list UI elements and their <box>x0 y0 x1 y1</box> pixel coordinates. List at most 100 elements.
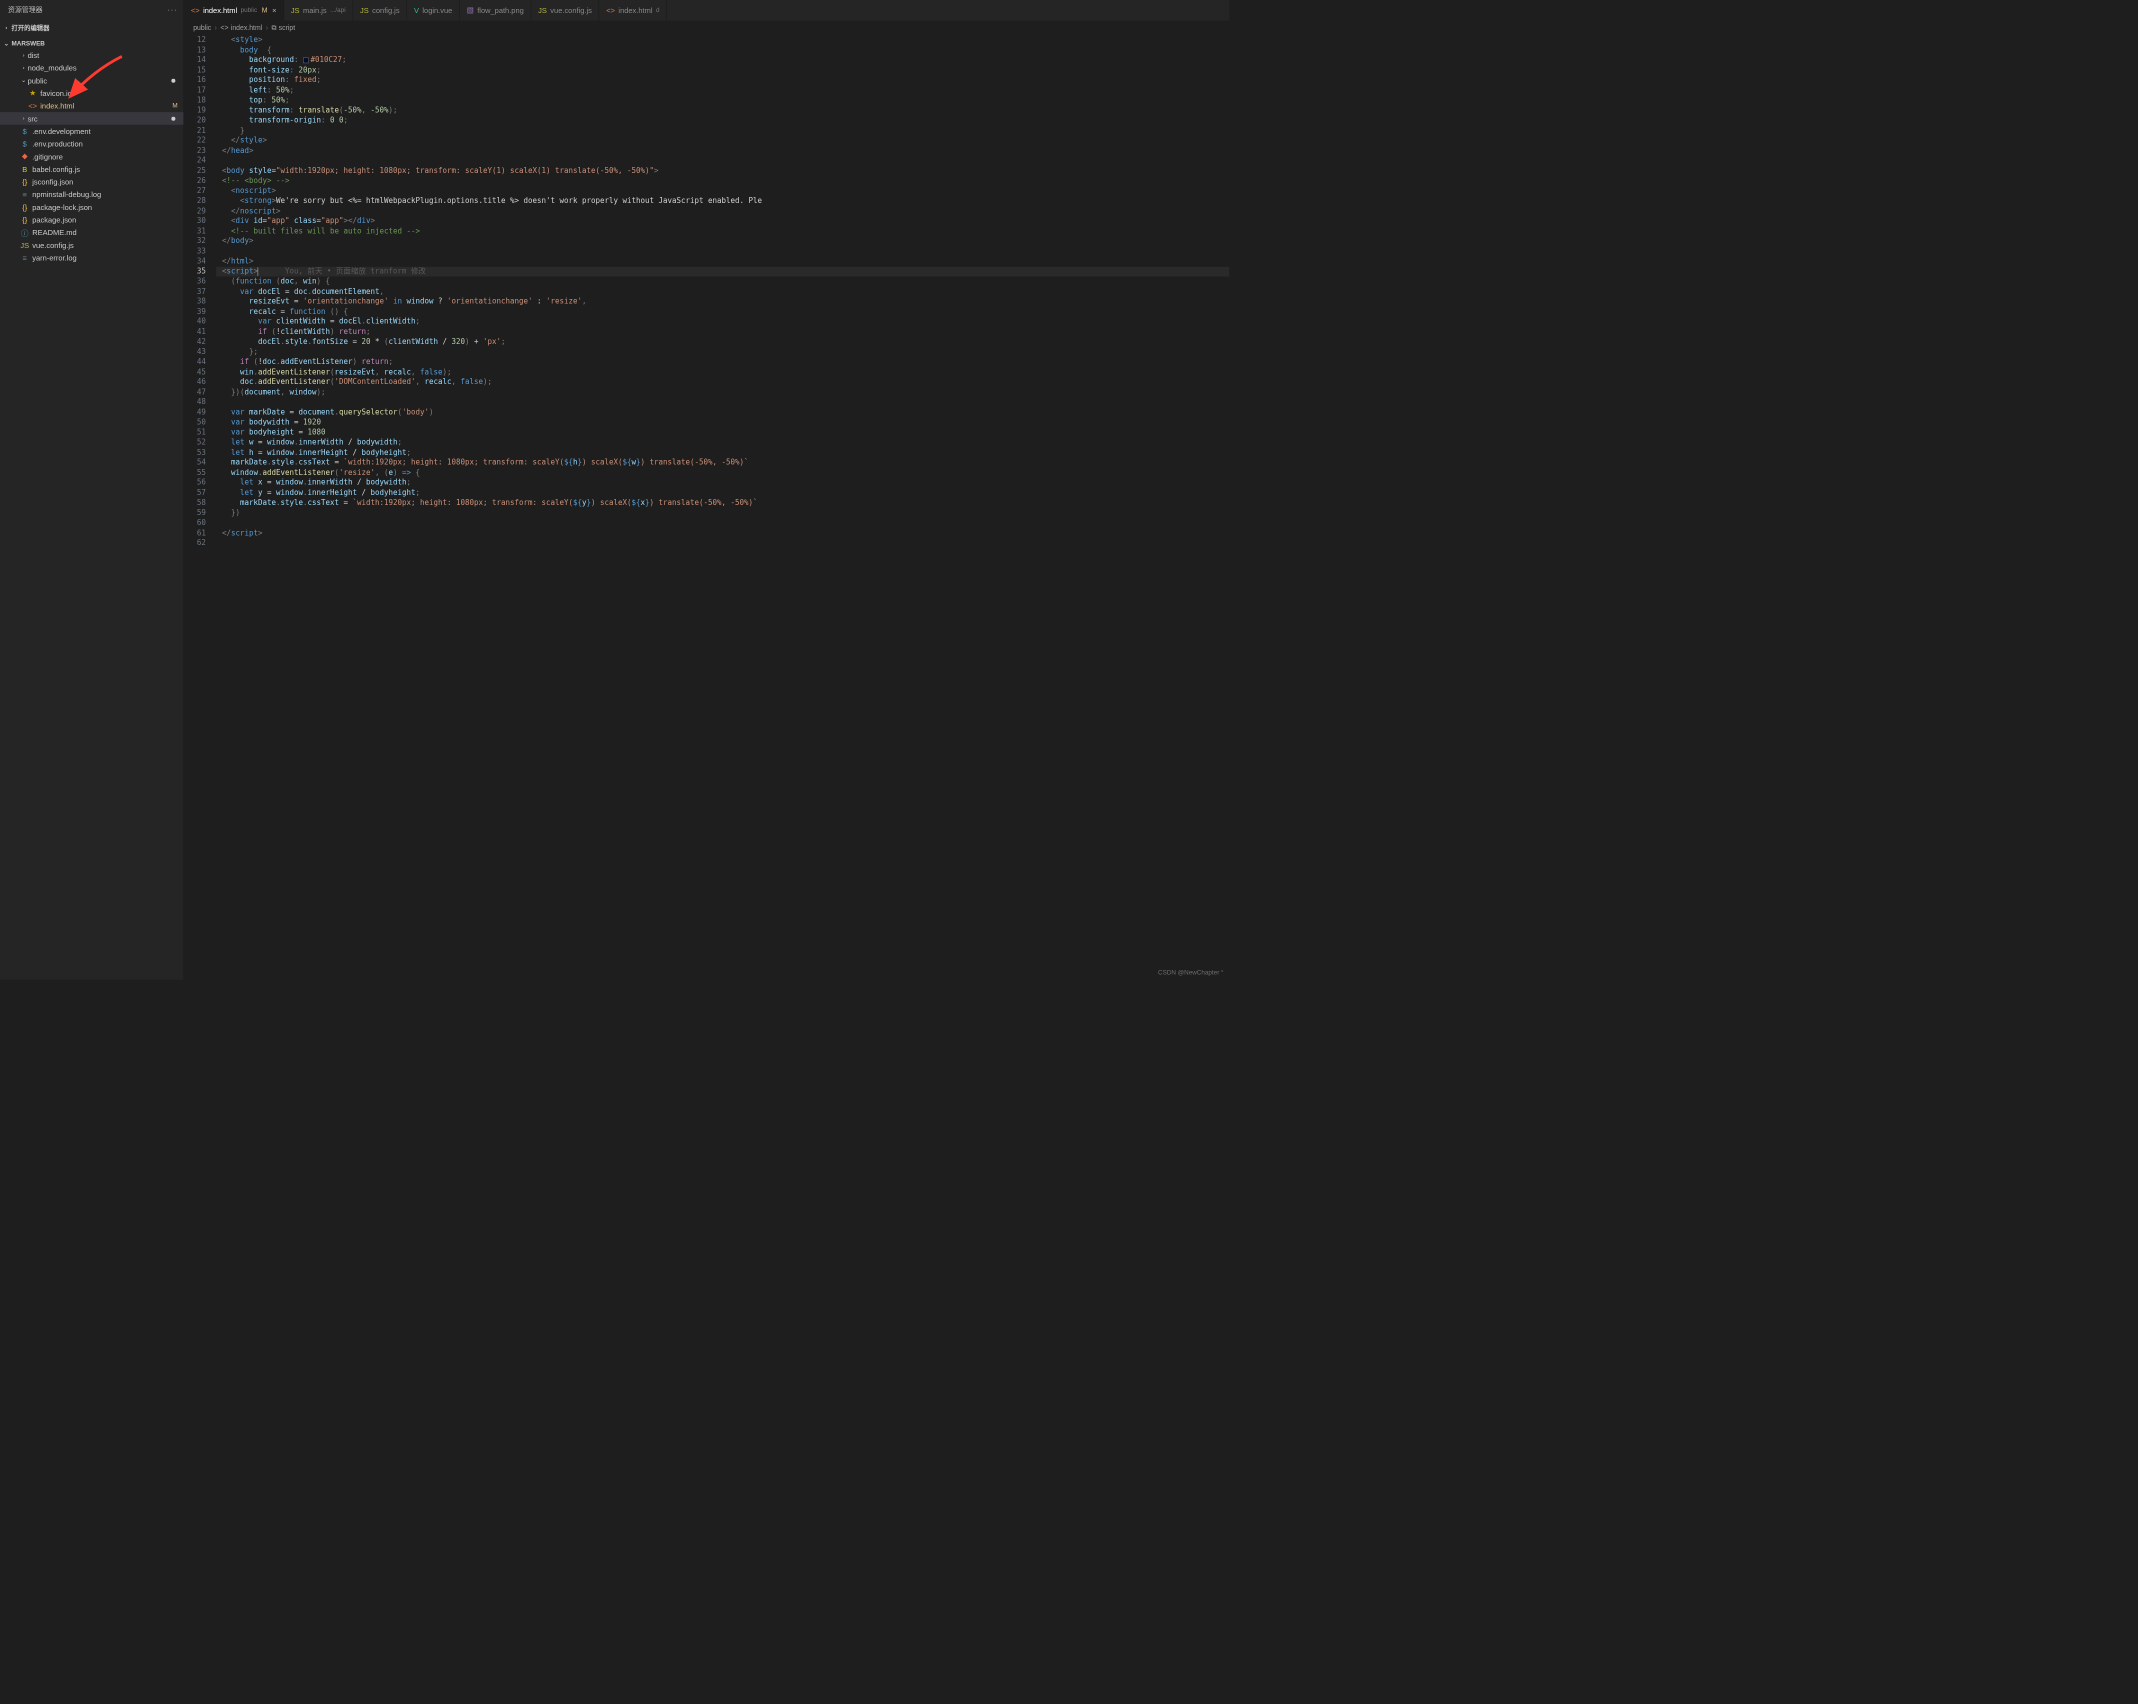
code-line[interactable]: }; <box>216 347 1229 357</box>
code-line[interactable]: (function (doc, win) { <box>216 277 1229 287</box>
code-content[interactable]: <style> body { background: #010C27; font… <box>216 35 1229 980</box>
editor-tab[interactable]: <>index.htmld <box>599 0 667 21</box>
close-icon[interactable]: × <box>272 6 276 15</box>
tree-item-label: node_modules <box>28 64 77 73</box>
code-line[interactable]: <strong>We're sorry but <%= htmlWebpackP… <box>216 196 1229 206</box>
line-number: 55 <box>184 468 206 478</box>
code-line[interactable]: <!-- <body> --> <box>216 176 1229 186</box>
code-line[interactable] <box>216 246 1229 256</box>
code-line[interactable]: markDate.style.cssText = `width:1920px; … <box>216 498 1229 508</box>
file-item[interactable]: ≡npminstall-debug.log <box>0 188 183 201</box>
file-item[interactable]: <>index.htmlM <box>0 99 183 112</box>
code-line[interactable]: }) <box>216 508 1229 518</box>
file-item[interactable]: {}jsconfig.json <box>0 175 183 188</box>
file-item[interactable]: $.env.development <box>0 125 183 138</box>
chevron-down-icon: ⌄ <box>2 41 10 47</box>
code-line[interactable]: <noscript> <box>216 186 1229 196</box>
file-item[interactable]: $.env.production <box>0 137 183 150</box>
file-item[interactable]: Bbabel.config.js <box>0 163 183 176</box>
tree-item-label: .gitignore <box>32 152 63 161</box>
editor-tab[interactable]: ▧flow_path.png <box>460 0 531 21</box>
editor-tab[interactable]: Vlogin.vue <box>407 0 460 21</box>
code-line[interactable]: transform-origin: 0 0; <box>216 116 1229 126</box>
code-line[interactable]: var markDate = document.querySelector('b… <box>216 407 1229 417</box>
line-number: 46 <box>184 377 206 387</box>
project-header[interactable]: ⌄ MARSWEB <box>0 39 183 49</box>
editor-tab[interactable]: JSmain.js.../api <box>284 0 353 21</box>
code-line[interactable]: let h = window.innerHeight / bodyheight; <box>216 448 1229 458</box>
line-number: 44 <box>184 357 206 367</box>
code-line[interactable]: top: 50%; <box>216 95 1229 105</box>
code-line[interactable]: <!-- built files will be auto injected -… <box>216 226 1229 236</box>
code-line[interactable]: var clientWidth = docEl.clientWidth; <box>216 317 1229 327</box>
code-line[interactable]: resizeEvt = 'orientationchange' in windo… <box>216 297 1229 307</box>
breadcrumb-item[interactable]: index.html <box>231 24 262 32</box>
code-line[interactable]: win.addEventListener(resizeEvt, recalc, … <box>216 367 1229 377</box>
code-line[interactable] <box>216 518 1229 528</box>
line-number: 62 <box>184 538 206 548</box>
line-number: 56 <box>184 478 206 488</box>
breadcrumb[interactable]: public›<>index.html›⧉script <box>184 21 1229 35</box>
code-line[interactable]: <style> <box>216 35 1229 45</box>
tree-item-label: package-lock.json <box>32 203 92 212</box>
code-line[interactable]: var bodyheight = 1080 <box>216 428 1229 438</box>
file-item[interactable]: {}package-lock.json <box>0 201 183 214</box>
file-item[interactable]: ≡yarn-error.log <box>0 251 183 264</box>
code-line[interactable]: </body> <box>216 236 1229 246</box>
breadcrumb-item[interactable]: public <box>193 24 211 32</box>
line-number: 22 <box>184 136 206 146</box>
json-icon: {} <box>20 177 30 186</box>
code-line[interactable]: let x = window.innerWidth / bodywidth; <box>216 478 1229 488</box>
code-line[interactable]: <body style="width:1920px; height: 1080p… <box>216 166 1229 176</box>
code-line[interactable]: </noscript> <box>216 206 1229 216</box>
file-item[interactable]: JSvue.config.js <box>0 239 183 252</box>
code-line[interactable]: } <box>216 126 1229 136</box>
dirty-dot-icon <box>171 78 175 82</box>
folder-item[interactable]: ›src <box>0 112 183 125</box>
code-line[interactable]: </html> <box>216 256 1229 266</box>
code-line[interactable]: font-size: 20px; <box>216 65 1229 75</box>
folder-item[interactable]: ⌄public <box>0 74 183 87</box>
code-line[interactable]: position: fixed; <box>216 75 1229 85</box>
explorer-sidebar: 资源管理器 ··· › 打开的编辑器 ⌄ MARSWEB ›dist›node_… <box>0 0 184 980</box>
code-line[interactable]: let y = window.innerHeight / bodyheight; <box>216 488 1229 498</box>
file-item[interactable]: ⓘREADME.md <box>0 226 183 239</box>
code-line[interactable]: })(document, window); <box>216 387 1229 397</box>
breadcrumb-item[interactable]: script <box>279 24 295 32</box>
babel-icon: B <box>20 165 30 174</box>
code-line[interactable]: recalc = function () { <box>216 307 1229 317</box>
code-line[interactable]: var bodywidth = 1920 <box>216 417 1229 427</box>
editor-tab[interactable]: JSvue.config.js <box>531 0 599 21</box>
code-line[interactable]: <script> You, 前天 • 页面缩放 tranform 修改 <box>216 267 1229 277</box>
code-line[interactable]: if (!clientWidth) return; <box>216 327 1229 337</box>
code-line[interactable]: left: 50%; <box>216 85 1229 95</box>
more-icon[interactable]: ··· <box>167 5 177 13</box>
code-line[interactable]: markDate.style.cssText = `width:1920px; … <box>216 458 1229 468</box>
folder-item[interactable]: ›dist <box>0 49 183 62</box>
code-line[interactable]: </style> <box>216 136 1229 146</box>
file-item[interactable]: ◆.gitignore <box>0 150 183 163</box>
code-line[interactable]: doc.addEventListener('DOMContentLoaded',… <box>216 377 1229 387</box>
code-line[interactable]: window.addEventListener('resize', (e) =>… <box>216 468 1229 478</box>
tree-item-label: jsconfig.json <box>32 177 73 186</box>
code-line[interactable] <box>216 156 1229 166</box>
code-line[interactable] <box>216 397 1229 407</box>
open-editors-section[interactable]: › 打开的编辑器 <box>0 19 183 36</box>
code-line[interactable]: let w = window.innerWidth / bodywidth; <box>216 438 1229 448</box>
code-line[interactable]: var docEl = doc.documentElement, <box>216 287 1229 297</box>
code-area[interactable]: 1213141516171819202122232425262728293031… <box>184 35 1229 980</box>
file-item[interactable]: ★favicon.ico <box>0 87 183 100</box>
code-line[interactable]: background: #010C27; <box>216 55 1229 65</box>
code-line[interactable]: body { <box>216 45 1229 55</box>
folder-item[interactable]: ›node_modules <box>0 62 183 75</box>
code-line[interactable]: </head> <box>216 146 1229 156</box>
code-line[interactable]: transform: translate(-50%, -50%); <box>216 106 1229 116</box>
code-line[interactable]: docEl.style.fontSize = 20 * (clientWidth… <box>216 337 1229 347</box>
code-line[interactable]: <div id="app" class="app"></div> <box>216 216 1229 226</box>
code-line[interactable]: </script> <box>216 528 1229 538</box>
file-item[interactable]: {}package.json <box>0 213 183 226</box>
editor-tab[interactable]: <>index.htmlpublicM× <box>184 0 284 21</box>
code-line[interactable] <box>216 538 1229 548</box>
editor-tab[interactable]: JSconfig.js <box>353 0 407 21</box>
code-line[interactable]: if (!doc.addEventListener) return; <box>216 357 1229 367</box>
